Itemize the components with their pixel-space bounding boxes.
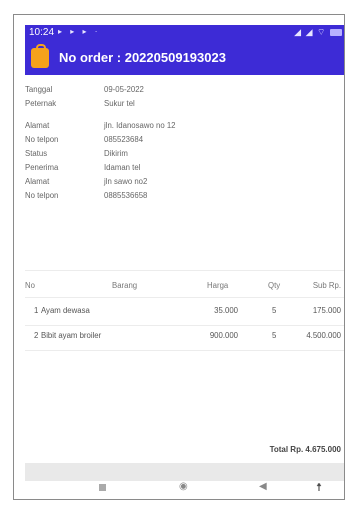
wifi-signal-icon: ◢ ◢ ⌔ (294, 27, 327, 37)
cell-subtotal: 175.000 (312, 306, 341, 315)
table-header: No Barang Harga Qty Sub Rp. (25, 278, 344, 296)
cell-barang: Bibit ayam broiler (41, 331, 102, 340)
header-harga: Harga (207, 281, 229, 290)
app-bar: No order : 20220509193023 (25, 41, 344, 75)
cell-no: 1 (34, 306, 39, 315)
info-label: No telpon (25, 135, 59, 144)
phone-screen: 10:24 ▸ ▸ ▸ · ◢ ◢ ⌔ No order : 202205091… (25, 25, 344, 495)
cell-subtotal: 4.500.000 (306, 331, 341, 340)
accessibility-icon[interactable]: ☨ (316, 481, 322, 494)
info-row: Status Dikirim (25, 147, 344, 161)
header-subtotal: Sub Rp. (312, 281, 341, 290)
info-label: Peternak (25, 99, 57, 108)
info-label: No telpon (25, 191, 59, 200)
info-value: 085523684 (104, 135, 144, 144)
divider (25, 325, 344, 326)
signal-icons: ◢ ◢ ⌔ (294, 27, 342, 38)
info-value: 0885536658 (104, 191, 148, 200)
notification-icons: ▸ ▸ ▸ · (58, 27, 101, 36)
header-no: No (25, 281, 35, 290)
info-label: Alamat (25, 177, 50, 186)
info-value: jln. Idanosawo no 12 (104, 121, 176, 130)
cell-no: 2 (34, 331, 39, 340)
header-barang: Barang (112, 281, 138, 290)
status-time: 10:24 (29, 27, 55, 38)
home-icon[interactable]: ◉ (179, 481, 188, 492)
info-value: 09-05-2022 (104, 85, 144, 94)
table-row: 2 Bibit ayam broiler 900.000 5 4.500.000 (25, 328, 344, 348)
cell-harga: 900.000 (209, 331, 238, 340)
info-row: No telpon 0885536658 (25, 189, 344, 203)
info-row: Alamat jln. Idanosawo no 12 (25, 119, 344, 133)
divider (25, 297, 344, 298)
info-label: Status (25, 149, 48, 158)
info-row: No telpon 085523684 (25, 133, 344, 147)
screenshot-frame: 10:24 ▸ ▸ ▸ · ◢ ◢ ⌔ No order : 202205091… (13, 14, 345, 500)
cell-barang: Ayam dewasa (41, 306, 90, 315)
cell-qty: 5 (272, 306, 277, 315)
info-row: Tanggal 09-05-2022 (25, 83, 344, 97)
divider (25, 350, 344, 351)
info-value: jln sawo no2 (104, 177, 148, 186)
page-title: No order : 20220509193023 (59, 50, 226, 65)
bottom-strip (25, 463, 344, 481)
cell-harga: 35.000 (214, 306, 238, 315)
info-value: Idaman tel (104, 163, 141, 172)
info-row: Penerima Idaman tel (25, 161, 344, 175)
table-row: 1 Ayam dewasa 35.000 5 175.000 (25, 303, 344, 323)
info-row: Peternak Sukur tel (25, 97, 344, 111)
info-label: Tanggal (25, 85, 53, 94)
info-label: Penerima (25, 163, 59, 172)
divider (25, 270, 344, 271)
order-total: Total Rp. 4.675.000 (269, 445, 341, 454)
back-icon[interactable]: ◀ (259, 481, 267, 492)
cell-qty: 5 (272, 331, 277, 340)
info-row: Alamat jln sawo no2 (25, 175, 344, 189)
order-info: Tanggal 09-05-2022 Peternak Sukur tel Alam… (25, 83, 344, 203)
header-qty: Qty (268, 281, 281, 290)
navigation-bar: ◉ ◀ ☨ (25, 481, 344, 495)
battery-icon (330, 29, 342, 37)
info-value: Dikirim (104, 149, 128, 158)
status-bar: 10:24 ▸ ▸ ▸ · ◢ ◢ ⌔ (25, 25, 344, 41)
info-label: Alamat (25, 121, 50, 130)
info-value: Sukur tel (104, 99, 135, 108)
recent-apps-icon[interactable] (99, 484, 106, 491)
bag-icon (31, 44, 49, 68)
